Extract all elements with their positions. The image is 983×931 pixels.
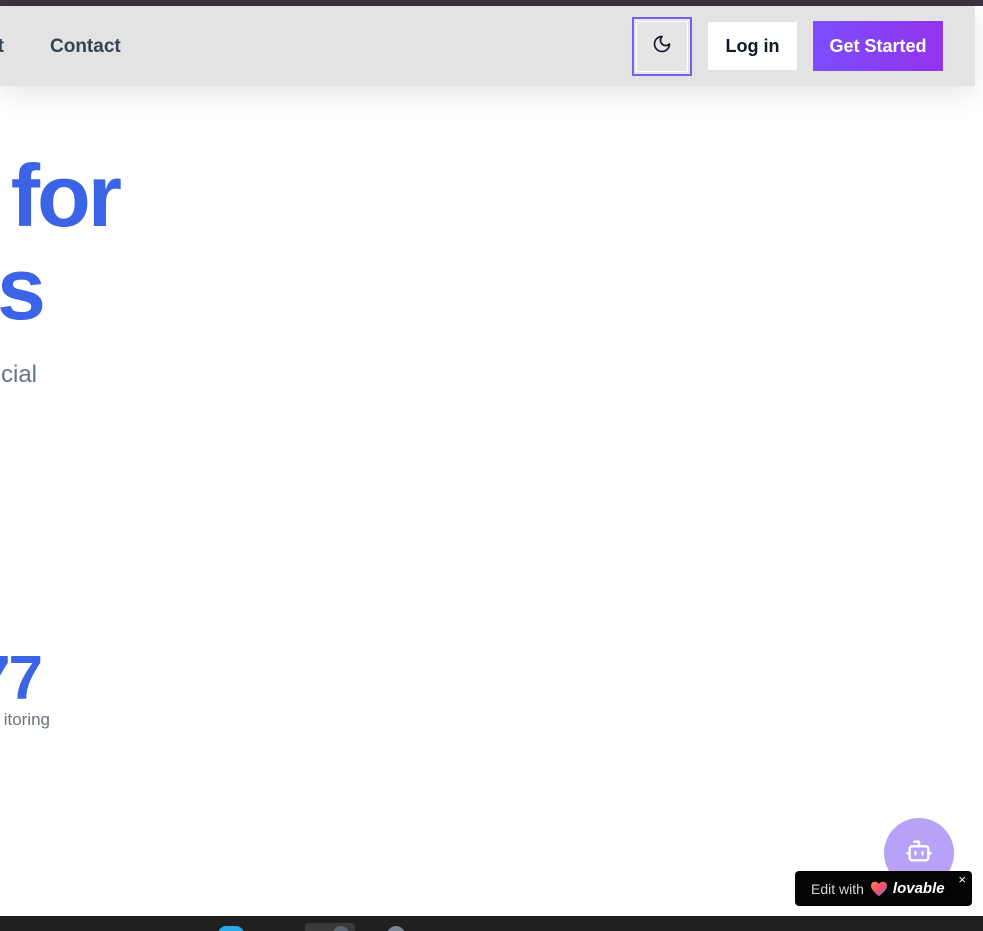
taskbar-app-icon[interactable] <box>387 926 405 931</box>
navbar: ut Contact Log in Get Started <box>0 6 975 86</box>
badge-prefix: Edit with <box>811 880 864 897</box>
login-button[interactable]: Log in <box>708 22 797 70</box>
badge-close-button[interactable]: × <box>958 873 966 886</box>
hero-title-line-2: ts <box>0 239 46 338</box>
theme-toggle-button[interactable] <box>632 17 692 76</box>
hero-subtitle: cial <box>0 361 37 388</box>
stat-value: 77 <box>0 644 43 713</box>
badge-brand: lovable <box>892 880 945 897</box>
os-taskbar <box>0 916 983 931</box>
stat-label: itoring <box>3 710 50 729</box>
focus-ring <box>636 21 688 72</box>
taskbar-app-icon[interactable] <box>218 926 244 931</box>
nav-link-about[interactable]: ut <box>0 36 4 58</box>
robot-icon <box>905 837 933 870</box>
nav-link-contact[interactable]: Contact <box>50 36 121 58</box>
get-started-button[interactable]: Get Started <box>813 21 943 71</box>
lovable-badge[interactable]: Edit with lovable × <box>795 871 972 906</box>
hero-title-line-1: for <box>10 146 122 245</box>
heart-icon <box>870 881 888 897</box>
